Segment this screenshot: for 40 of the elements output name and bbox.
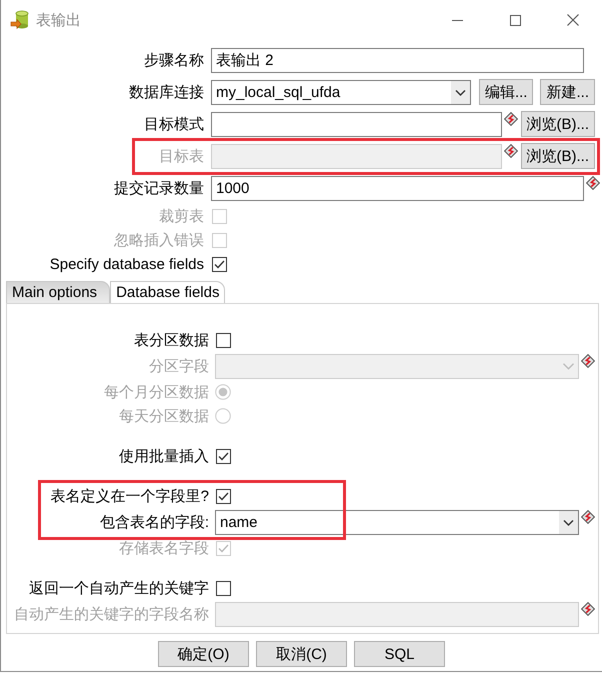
checkbox[interactable] xyxy=(216,332,231,348)
maximize-icon xyxy=(510,14,520,26)
close-icon xyxy=(567,14,579,26)
checkbox-label: 使用批量插入 xyxy=(118,446,209,466)
radio-label: 每个月分区数据 xyxy=(103,382,209,402)
checkbox[interactable] xyxy=(212,256,227,272)
cylinder-arrow-icon xyxy=(10,10,30,30)
dialog-button[interactable]: SQL xyxy=(354,641,445,667)
checkbox[interactable] xyxy=(216,488,231,504)
dropdown-field[interactable]: my_local_sql_ufda xyxy=(211,80,471,104)
field-label: 步骤名称 xyxy=(143,50,204,70)
checkbox-label: 表名定义在一个字段里? xyxy=(50,486,209,506)
radio-label: 每天分区数据 xyxy=(118,406,209,426)
text-field[interactable]: 1000 xyxy=(211,176,584,200)
field-label: 提交记录数量 xyxy=(113,178,204,198)
checkbox-label: 忽略插入错误 xyxy=(113,230,204,250)
action-button[interactable]: 新建... xyxy=(540,79,595,105)
checkbox[interactable] xyxy=(216,448,231,464)
checkbox-label: Specify database fields xyxy=(48,256,204,272)
dropdown-field[interactable]: name xyxy=(215,510,579,534)
field-label: 目标表 xyxy=(158,146,204,166)
checkbox-label: 存储表名字段 xyxy=(118,538,209,558)
field-label: 目标模式 xyxy=(143,114,204,134)
checkbox-label: 返回一个自动产生的关键字 xyxy=(28,578,209,598)
tab[interactable]: Database fields xyxy=(110,281,226,303)
window-title: 表输出 xyxy=(36,10,81,30)
dialog-button[interactable]: 确定(O) xyxy=(158,641,249,667)
field-label: 包含表名的字段: xyxy=(98,512,209,532)
tab[interactable]: Main options xyxy=(6,281,110,303)
field-label: 自动产生的关键字的字段名称 xyxy=(13,604,209,624)
field-label: 数据库连接 xyxy=(128,82,204,102)
checkbox[interactable] xyxy=(216,580,231,596)
action-button[interactable]: 编辑... xyxy=(478,79,534,105)
dialog-button[interactable]: 取消(C) xyxy=(256,641,347,667)
checkbox-label: 表分区数据 xyxy=(133,330,209,350)
checkbox-label: 裁剪表 xyxy=(158,206,204,226)
text-field[interactable]: 表输出 2 xyxy=(211,48,584,72)
field-label: 分区字段 xyxy=(148,356,209,376)
action-button[interactable]: 浏览(B)... xyxy=(520,111,595,137)
text-field[interactable] xyxy=(211,112,502,136)
